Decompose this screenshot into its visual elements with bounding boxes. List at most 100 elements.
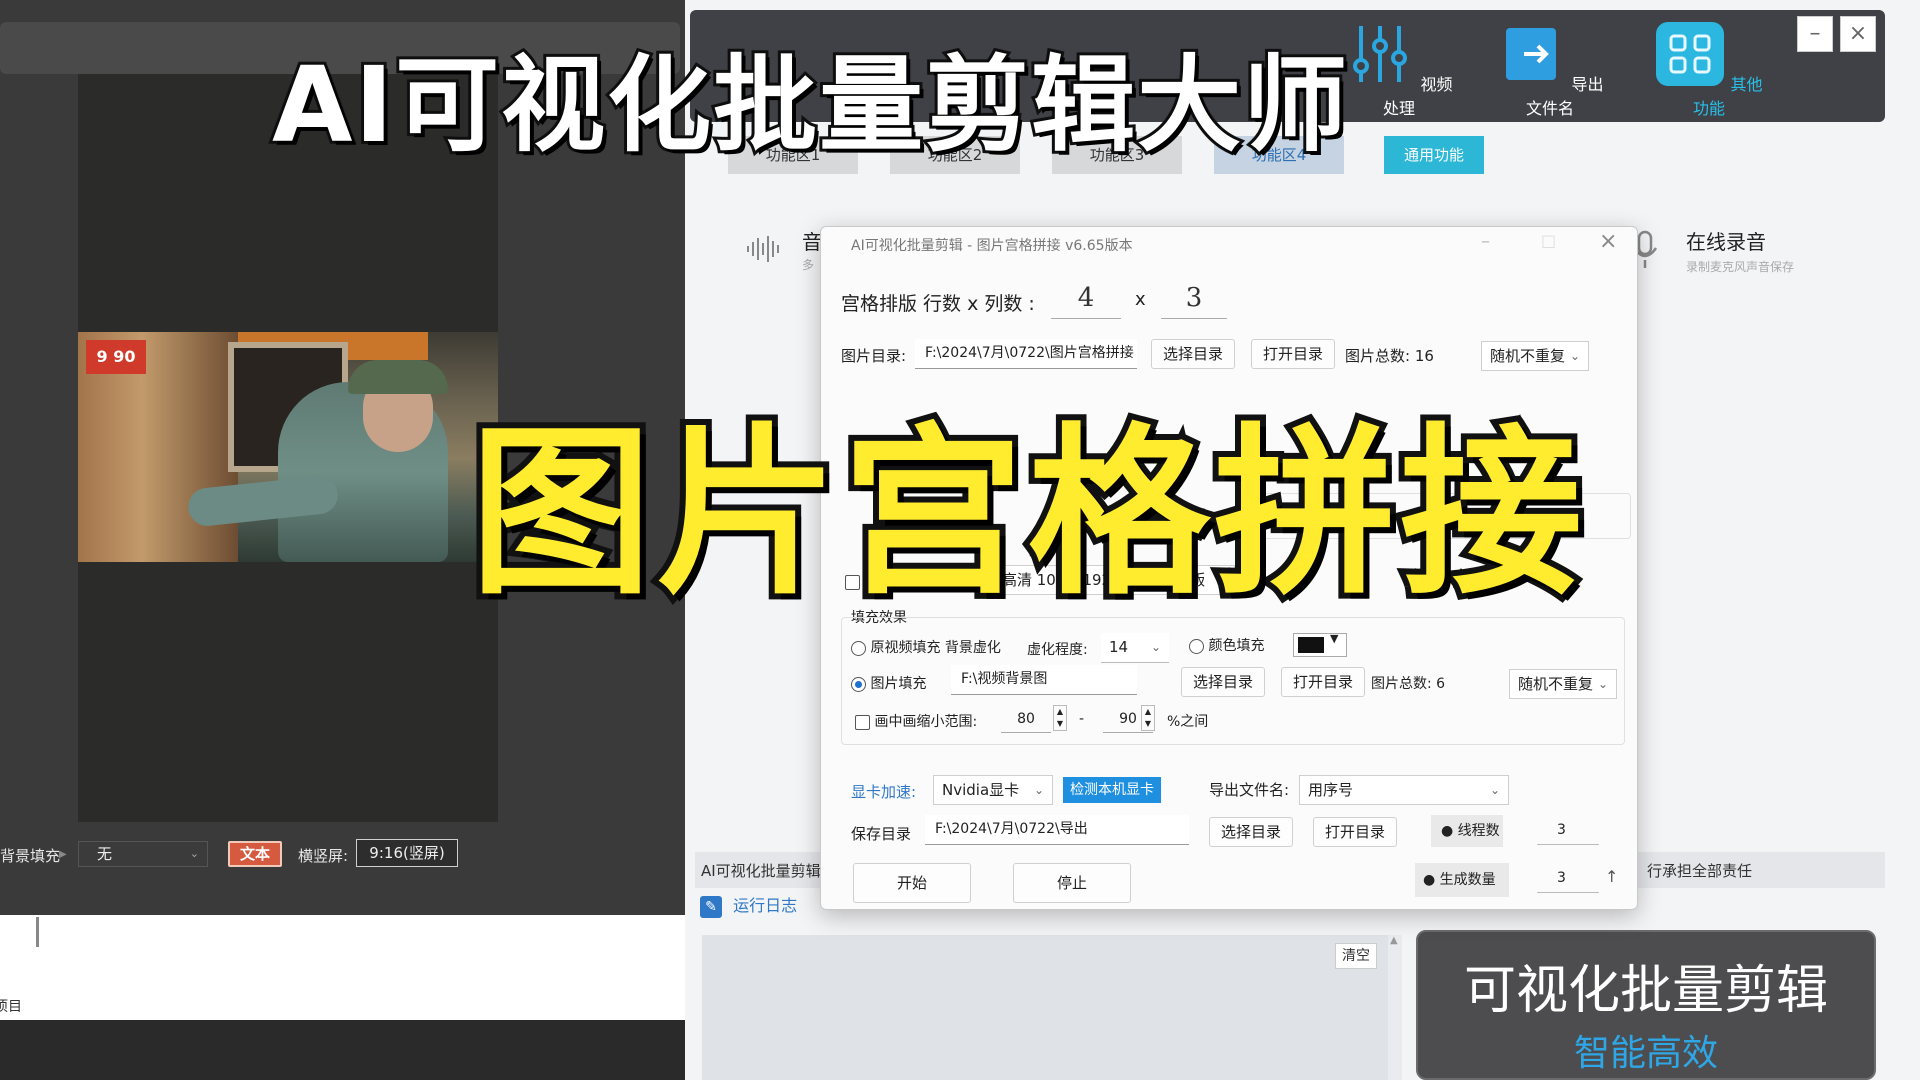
color-swatch [1298, 637, 1324, 653]
orientation-label: 横竖屏: [298, 847, 349, 865]
dialog-close-button[interactable]: × [1599, 229, 1617, 254]
color-picker[interactable]: ▼ [1293, 632, 1347, 657]
clear-log-button[interactable]: 清空 [1335, 943, 1377, 969]
color-fill-radio[interactable]: 颜色填充 [1189, 635, 1264, 655]
big-caption: 图片宫格拼接 [464, 401, 1588, 625]
project-label-text: 项目 [0, 999, 22, 1015]
dot-icon: ● [1441, 823, 1458, 839]
cols-input[interactable]: 3 [1161, 279, 1227, 319]
dot-icon: ● [1423, 872, 1440, 888]
export-filename-select[interactable]: 用序号 ⌄ [1299, 775, 1509, 805]
radio-off-icon [1189, 638, 1204, 654]
gen-count-input[interactable]: 3 [1537, 863, 1599, 893]
pip-max-stepper[interactable]: ▲ ▼ [1141, 705, 1155, 731]
image-dir-input[interactable]: F:\2024\7月\0722\图片宫格拼接 [915, 339, 1137, 369]
dialog-maximize-button[interactable]: □ [1541, 231, 1556, 250]
chevron-down-icon: ⌄ [189, 847, 199, 860]
banner-title: AI可视化批量剪辑大师 [269, 41, 1350, 169]
dialog-minimize-button[interactable]: – [1481, 231, 1490, 252]
audio-card-subtitle: 多 [802, 258, 815, 272]
save-dir-input[interactable]: F:\2024\7月\0722\导出 [925, 815, 1189, 845]
export-filename-button[interactable]: 导出文件名 [1495, 22, 1605, 122]
gpu-value: Nvidia显卡 [942, 781, 1020, 799]
start-button[interactable]: 开始 [853, 863, 971, 903]
minimize-icon: – [1809, 21, 1821, 46]
pip-range-dash: - [1079, 711, 1085, 727]
blur-level-value: 14 [1109, 638, 1129, 656]
orig-fill-label: 原视频填充 背景虚化 [870, 640, 1001, 656]
other-functions-button[interactable]: 其他功能 [1654, 22, 1764, 122]
run-log-textarea[interactable] [702, 935, 1402, 1080]
shop-sign: 9 90 [86, 340, 146, 374]
promo-subtitle: 智能高效 [1573, 1033, 1718, 1074]
fill-order-value: 随机不重复 [1518, 675, 1594, 693]
caret-right-icon: ▶ [59, 849, 67, 860]
save-dir-select-button[interactable]: 选择目录 [1209, 817, 1293, 847]
threads-label-box: ● 线程数 [1431, 815, 1503, 847]
text-tag-button[interactable]: 文本 [228, 841, 282, 867]
run-log-title: 运行日志 [733, 896, 798, 915]
fill-dir-select-button[interactable]: 选择目录 [1181, 667, 1265, 697]
bg-fill-select[interactable]: 无 ⌄ [78, 841, 208, 867]
gpu-accel-label: 显卡加速: [851, 783, 917, 801]
threads-label: 线程数 [1457, 823, 1500, 839]
chevron-down-icon: ⌄ [1489, 783, 1500, 797]
run-log-header: ✎ 运行日志 [700, 892, 797, 918]
chevron-down-icon: ⌄ [1150, 640, 1161, 654]
image-fill-radio[interactable]: 图片填充 [851, 673, 926, 693]
minimize-button[interactable]: – [1797, 16, 1833, 52]
audio-card-title: 音 [802, 230, 822, 254]
timeline-cursor[interactable] [36, 917, 39, 947]
person-cap [348, 360, 448, 394]
stop-button[interactable]: 停止 [1013, 863, 1131, 903]
pip-range-unit: %之间 [1167, 714, 1209, 730]
pip-min-input[interactable]: 80 [1001, 705, 1051, 733]
export-filename-value: 用序号 [1308, 781, 1354, 799]
threads-input[interactable]: 3 [1537, 815, 1599, 845]
save-dir-label: 保存目录 [851, 825, 912, 843]
project-label: 项目 [0, 996, 28, 1016]
online-record-title: 在线录音 [1686, 230, 1766, 254]
fill-order-select[interactable]: 随机不重复 ⌄ [1509, 669, 1617, 699]
online-record-subtitle: 录制麦克风声音保存 [1686, 260, 1795, 274]
gpu-select[interactable]: Nvidia显卡 ⌄ [933, 775, 1053, 805]
image-dir-select-button[interactable]: 选择目录 [1151, 339, 1235, 369]
image-fill-label: 图片填充 [870, 676, 927, 692]
fill-dir-open-button[interactable]: 打开目录 [1281, 667, 1365, 697]
checkbox-unchecked-icon [855, 714, 870, 730]
edit-log-icon: ✎ [700, 895, 722, 918]
left-bottom-controls: 背景填充 ▶ 无 ⌄ 文本 横竖屏: 9:16(竖屏) [0, 835, 680, 875]
gen-count-label: 生成数量 [1439, 872, 1496, 888]
video-process-button[interactable]: 视频处理 [1344, 22, 1454, 122]
orientation-field[interactable]: 9:16(竖屏) [356, 839, 458, 867]
radio-on-icon [851, 676, 866, 692]
online-record-card[interactable]: 在线录音 录制麦克风声音保存 [1630, 220, 1830, 290]
left-bottom-dark [0, 1020, 685, 1080]
rows-cols-separator: x [1135, 289, 1146, 310]
rows-input[interactable]: 4 [1051, 279, 1121, 319]
orig-fill-radio[interactable]: 原视频填充 背景虚化 [851, 637, 1001, 657]
save-dir-open-button[interactable]: 打开目录 [1313, 817, 1397, 847]
arrow-up-icon[interactable]: ↑ [1605, 867, 1618, 886]
timeline-strip [0, 915, 685, 1020]
pip-range-checkbox[interactable]: 画中画缩小范围: [855, 711, 977, 731]
close-button[interactable]: × [1840, 16, 1876, 52]
grid-layout-label: 宫格排版 行数 x 列数 : [841, 293, 1035, 315]
chevron-down-icon: ▼ [1330, 632, 1339, 645]
export-file-icon [1506, 28, 1557, 80]
image-fill-dir-input[interactable]: F:\视频背景图 [951, 665, 1137, 695]
image-total-label: 图片总数: 16 [1345, 347, 1434, 365]
image-dir-label: 图片目录: [841, 347, 907, 365]
sliders-icon [1353, 26, 1408, 82]
detect-gpu-button[interactable]: 检测本机显卡 [1063, 777, 1161, 803]
run-log-scrollbar[interactable]: ▲ [1388, 935, 1402, 1080]
tab-general-functions[interactable]: 通用功能 [1384, 136, 1484, 174]
image-order-value: 随机不重复 [1490, 347, 1566, 365]
pip-min-stepper[interactable]: ▲ ▼ [1053, 705, 1067, 731]
pip-range-label: 画中画缩小范围: [874, 714, 978, 730]
disclaimer-right-text: 行承担全部责任 [1647, 862, 1753, 880]
image-dir-open-button[interactable]: 打开目录 [1251, 339, 1335, 369]
blur-level-select[interactable]: 14 ⌄ [1101, 633, 1169, 663]
dialog-title: AI可视化批量剪辑 - 图片宫格拼接 v6.65版本 [851, 238, 1133, 254]
color-fill-label: 颜色填充 [1208, 638, 1265, 654]
